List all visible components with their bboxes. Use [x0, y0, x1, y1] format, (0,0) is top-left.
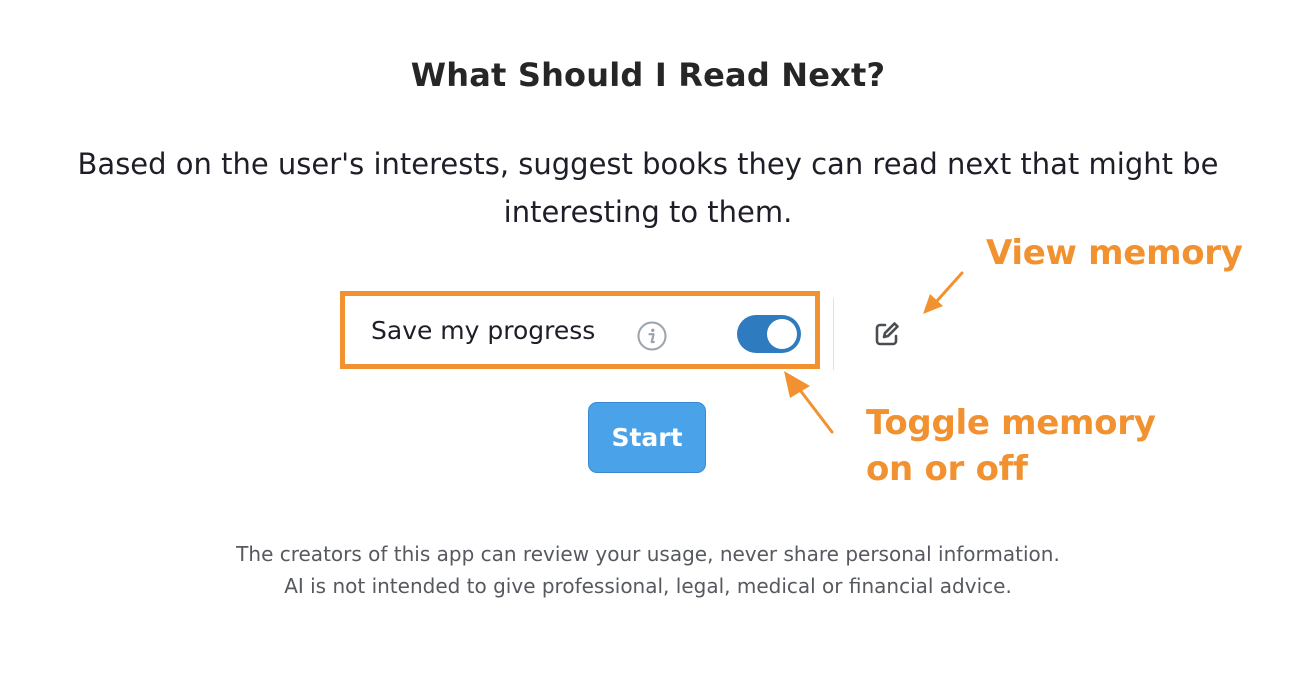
disclaimer: The creators of this app can review your… — [0, 538, 1296, 602]
toggle-memory-arrow — [784, 371, 834, 434]
app-page: What Should I Read Next? Based on the us… — [0, 0, 1310, 688]
disclaimer-line-2: AI is not intended to give professional,… — [284, 574, 1012, 598]
view-memory-arrow — [923, 271, 964, 314]
disclaimer-line-1: The creators of this app can review your… — [236, 542, 1060, 566]
